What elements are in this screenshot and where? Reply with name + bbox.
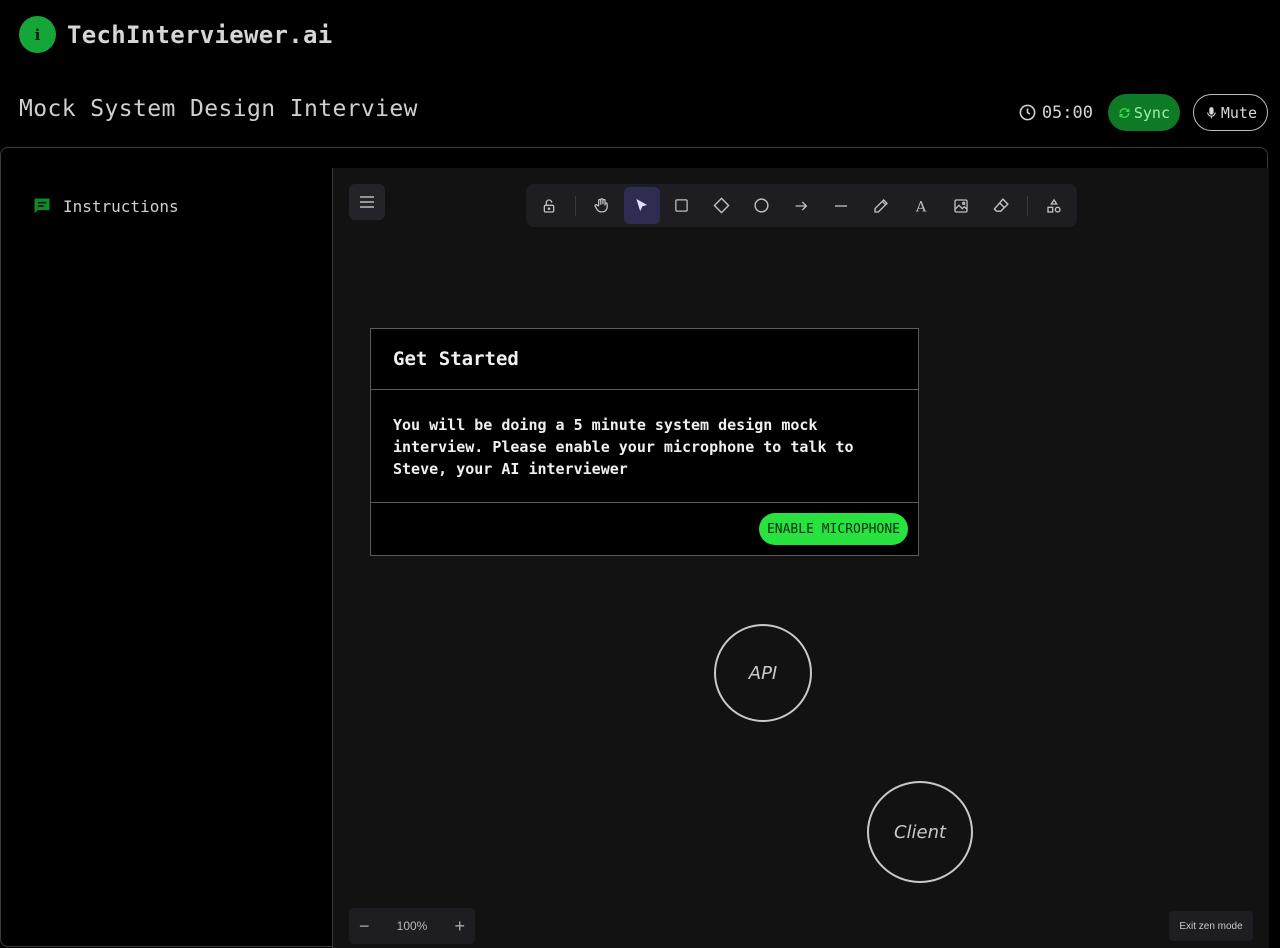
modal-title: Get Started: [371, 329, 918, 390]
svg-text:A: A: [915, 199, 927, 215]
zoom-level[interactable]: 100%: [397, 919, 428, 933]
api-node-label: API: [748, 662, 778, 684]
get-started-modal: Get Started You will be doing a 5 minute…: [370, 328, 919, 556]
whiteboard-canvas[interactable]: A API Client − 100% + Exit zen mode: [332, 168, 1269, 948]
diamond-icon: [713, 197, 730, 214]
api-node[interactable]: API: [714, 624, 812, 722]
mute-label: Mute: [1220, 103, 1257, 122]
ellipse-icon: [754, 198, 769, 213]
tool-lock[interactable]: [531, 187, 568, 224]
brand: i TechInterviewer.ai: [19, 16, 333, 53]
interview-controls: 05:00 Sync Mute: [1018, 94, 1268, 131]
tool-eraser[interactable]: [983, 187, 1020, 224]
client-node-label: Client: [893, 821, 947, 843]
toolbar-divider: [574, 195, 576, 216]
sync-icon: [1119, 107, 1130, 118]
sync-button[interactable]: Sync: [1108, 94, 1180, 131]
brand-name: TechInterviewer.ai: [67, 20, 333, 49]
modal-body: You will be doing a 5 minute system desi…: [371, 390, 918, 503]
enable-microphone-button[interactable]: ENABLE MICROPHONE: [758, 513, 908, 545]
canvas-menu-button[interactable]: [349, 184, 385, 220]
sidebar-item-label: Instructions: [63, 196, 179, 216]
zoom-in-button[interactable]: +: [454, 916, 465, 937]
tool-select[interactable]: [623, 187, 661, 224]
library-icon: [1047, 198, 1061, 213]
page-title: Mock System Design Interview: [19, 96, 418, 122]
tool-rectangle[interactable]: [663, 187, 700, 224]
tool-diamond[interactable]: [703, 187, 740, 224]
eraser-icon: [993, 198, 1009, 212]
text-icon: A: [915, 199, 927, 215]
line-icon: [835, 204, 848, 207]
pencil-icon: [874, 198, 889, 213]
clock-icon: [1019, 104, 1036, 121]
zoom-control: − 100% +: [349, 908, 475, 944]
hand-icon: [594, 198, 609, 213]
client-node[interactable]: Client: [867, 781, 973, 883]
select-icon: [636, 198, 648, 212]
tool-image[interactable]: [943, 187, 980, 224]
tool-pencil[interactable]: [863, 187, 900, 224]
tool-hand[interactable]: [584, 187, 621, 224]
arrow-icon: [796, 201, 808, 210]
tool-text[interactable]: A: [903, 187, 940, 224]
timer-value: 05:00: [1041, 102, 1093, 123]
microphone-icon: [1207, 106, 1216, 118]
tool-arrow[interactable]: [783, 187, 820, 224]
sync-label: Sync: [1133, 103, 1170, 122]
toolbar-divider: [1027, 195, 1029, 216]
modal-footer: ENABLE MICROPHONE: [371, 503, 918, 555]
sidebar-item-instructions[interactable]: Instructions: [32, 196, 179, 216]
rectangle-icon: [675, 199, 688, 212]
hamburger-icon: [360, 196, 374, 208]
drawing-toolbar: A: [526, 184, 1077, 227]
tool-line[interactable]: [823, 187, 860, 224]
tool-ellipse[interactable]: [743, 187, 780, 224]
chat-icon: [34, 198, 50, 214]
lock-icon: [543, 198, 555, 213]
image-icon: [954, 198, 968, 213]
timer: 05:00: [1018, 103, 1093, 123]
tool-library[interactable]: [1036, 187, 1073, 224]
brand-logo-icon: i: [19, 16, 56, 53]
zoom-out-button[interactable]: −: [359, 916, 370, 937]
mute-button[interactable]: Mute: [1193, 94, 1268, 131]
